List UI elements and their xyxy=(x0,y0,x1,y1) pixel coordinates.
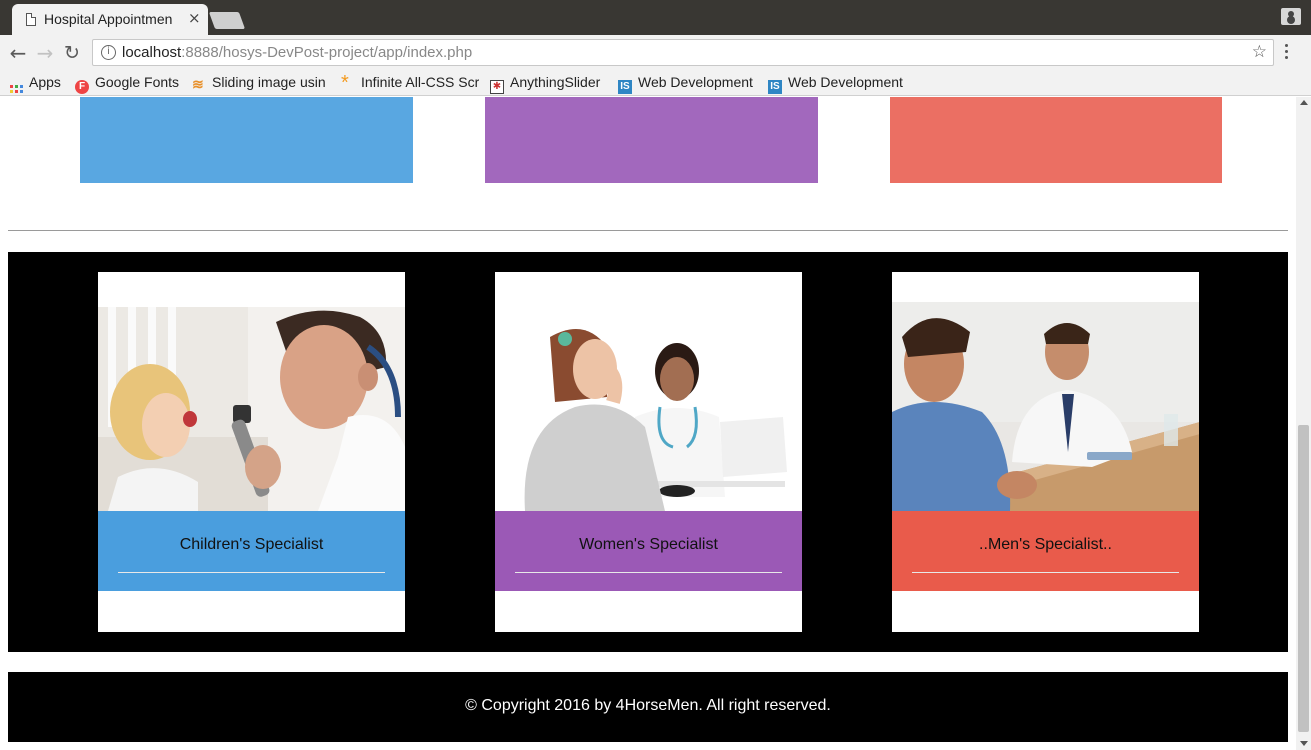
menu-icon[interactable] xyxy=(1282,44,1290,64)
page-footer: © Copyright 2016 by 4HorseMen. All right… xyxy=(8,672,1288,742)
label-underline xyxy=(515,572,782,573)
forward-button[interactable]: → xyxy=(33,41,57,65)
is-site-icon: IS xyxy=(618,80,632,94)
service-label[interactable]: Women's Specialist xyxy=(495,536,802,554)
info-icon[interactable]: i xyxy=(101,45,116,60)
service-card-men[interactable]: ..Men's Specialist.. xyxy=(892,272,1199,632)
bookmark-infinite-css[interactable]: * Infinite All-CSS Scr xyxy=(341,72,479,94)
purple-feature-block xyxy=(485,97,818,183)
label-underline xyxy=(912,572,1179,573)
red-feature-block xyxy=(890,97,1222,183)
bookmark-web-development-1[interactable]: IS Web Development xyxy=(618,72,756,94)
google-fonts-icon: F xyxy=(75,80,89,94)
tab-title: Hospital Appointmen xyxy=(44,11,173,27)
tab-close-icon[interactable]: × xyxy=(188,9,201,27)
bookmarks-bar: Apps F Google Fonts ≋ Sliding image usin *… xyxy=(0,71,1311,96)
service-card-children[interactable]: Children's Specialist xyxy=(98,272,405,632)
vertical-scrollbar[interactable] xyxy=(1296,97,1311,750)
bookmark-anythingslider[interactable]: ✱ AnythingSlider xyxy=(490,72,610,94)
back-button[interactable]: ← xyxy=(6,41,30,65)
profile-icon[interactable] xyxy=(1281,8,1301,25)
stack-icon: ≋ xyxy=(192,76,204,92)
label-underline xyxy=(118,572,385,573)
apps-grid-icon xyxy=(10,85,23,94)
address-bar[interactable]: i localhost:8888/hosys-DevPost-project/a… xyxy=(92,39,1274,66)
blue-feature-block xyxy=(80,97,413,183)
label-band: Children's Specialist xyxy=(98,511,405,591)
label-band: Women's Specialist xyxy=(495,511,802,591)
copyright-text: © Copyright 2016 by 4HorseMen. All right… xyxy=(465,697,831,714)
services-section: Children's Specialist Women's Specialist… xyxy=(8,252,1288,652)
reload-button[interactable]: ↻ xyxy=(60,41,84,65)
doctor-examining-child-image xyxy=(98,307,405,511)
bookmark-sliding-image[interactable]: ≋ Sliding image usin xyxy=(192,72,328,94)
bookmark-apps[interactable]: Apps xyxy=(10,72,70,94)
scroll-down-arrow-icon[interactable] xyxy=(1300,741,1308,746)
label-band: ..Men's Specialist.. xyxy=(892,511,1199,591)
female-doctor-with-patient-image xyxy=(495,307,802,511)
doctor-consulting-man-image xyxy=(892,302,1199,511)
bookmark-web-development-2[interactable]: IS Web Development xyxy=(768,72,906,94)
anythingslider-icon: ✱ xyxy=(490,80,504,94)
scrollbar-thumb[interactable] xyxy=(1298,425,1309,732)
asterisk-icon: * xyxy=(341,72,349,94)
browser-toolbar: ← → ↻ i localhost:8888/hosys-DevPost-pro… xyxy=(0,35,1311,71)
bookmark-star-icon[interactable]: ☆ xyxy=(1252,42,1267,62)
section-divider xyxy=(8,230,1288,231)
new-tab-button[interactable] xyxy=(208,12,246,29)
browser-tab[interactable]: Hospital Appointmen × xyxy=(12,4,208,35)
page-viewport: Children's Specialist Women's Specialist… xyxy=(0,97,1296,750)
page-icon xyxy=(26,13,36,26)
is-site-icon: IS xyxy=(768,80,782,94)
service-label[interactable]: Children's Specialist xyxy=(98,536,405,554)
bookmark-google-fonts[interactable]: F Google Fonts xyxy=(75,72,185,94)
url-text[interactable]: localhost:8888/hosys-DevPost-project/app… xyxy=(122,44,472,61)
tab-strip: Hospital Appointmen × xyxy=(0,0,1311,35)
scroll-up-arrow-icon[interactable] xyxy=(1300,100,1308,105)
service-card-women[interactable]: Women's Specialist xyxy=(495,272,802,632)
service-label[interactable]: ..Men's Specialist.. xyxy=(892,536,1199,554)
